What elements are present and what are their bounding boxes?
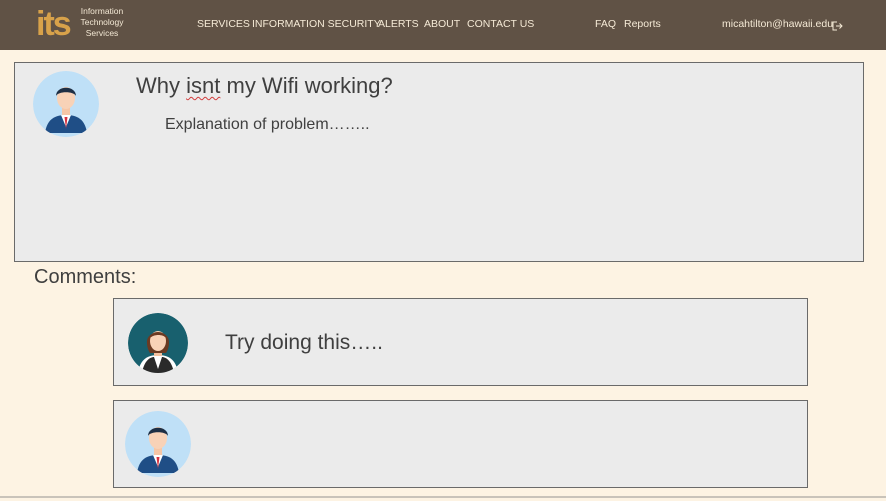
nav-reports[interactable]: Reports (624, 18, 661, 31)
comment-text: Try doing this….. (225, 331, 383, 354)
logo-text: Information Technology Services (79, 6, 125, 39)
post-title: Why isnt my Wifi working? (136, 73, 393, 99)
nav-information-security[interactable]: INFORMATION SECURITY (252, 18, 381, 31)
logo-line-1: Information (80, 6, 124, 16)
male-user-avatar-icon (33, 71, 99, 137)
female-user-avatar-icon (128, 313, 188, 373)
its-logo[interactable]: its Information Technology Services (36, 4, 146, 46)
post-body: Explanation of problem…….. (165, 116, 370, 133)
male-user-avatar-icon (125, 411, 191, 477)
page-bottom-divider (0, 496, 886, 498)
nav-services[interactable]: SERVICES (197, 18, 250, 31)
user-email-link[interactable]: micahtilton@hawaii.edu (722, 18, 833, 31)
top-navigation-bar: its Information Technology Services SERV… (0, 0, 886, 50)
nav-about[interactable]: ABOUT (424, 18, 460, 31)
title-part-1: Why (136, 73, 187, 98)
reply-card[interactable] (113, 400, 808, 488)
nav-faq[interactable]: FAQ (595, 18, 616, 31)
logo-line-2: Technology (80, 17, 124, 27)
logout-icon[interactable] (831, 19, 843, 31)
nav-alerts[interactable]: ALERTS (378, 18, 419, 31)
title-part-2: my Wifi working? (220, 73, 393, 98)
nav-contact-us[interactable]: CONTACT US (467, 18, 534, 31)
question-post: Why isnt my Wifi working? Explanation of… (14, 62, 864, 262)
logo-line-3: Services (85, 28, 119, 38)
comment-card: Try doing this….. (113, 298, 808, 386)
comments-heading: Comments: (34, 266, 137, 288)
misspelled-word: isnt (186, 73, 221, 98)
logo-mark: its (36, 5, 72, 43)
